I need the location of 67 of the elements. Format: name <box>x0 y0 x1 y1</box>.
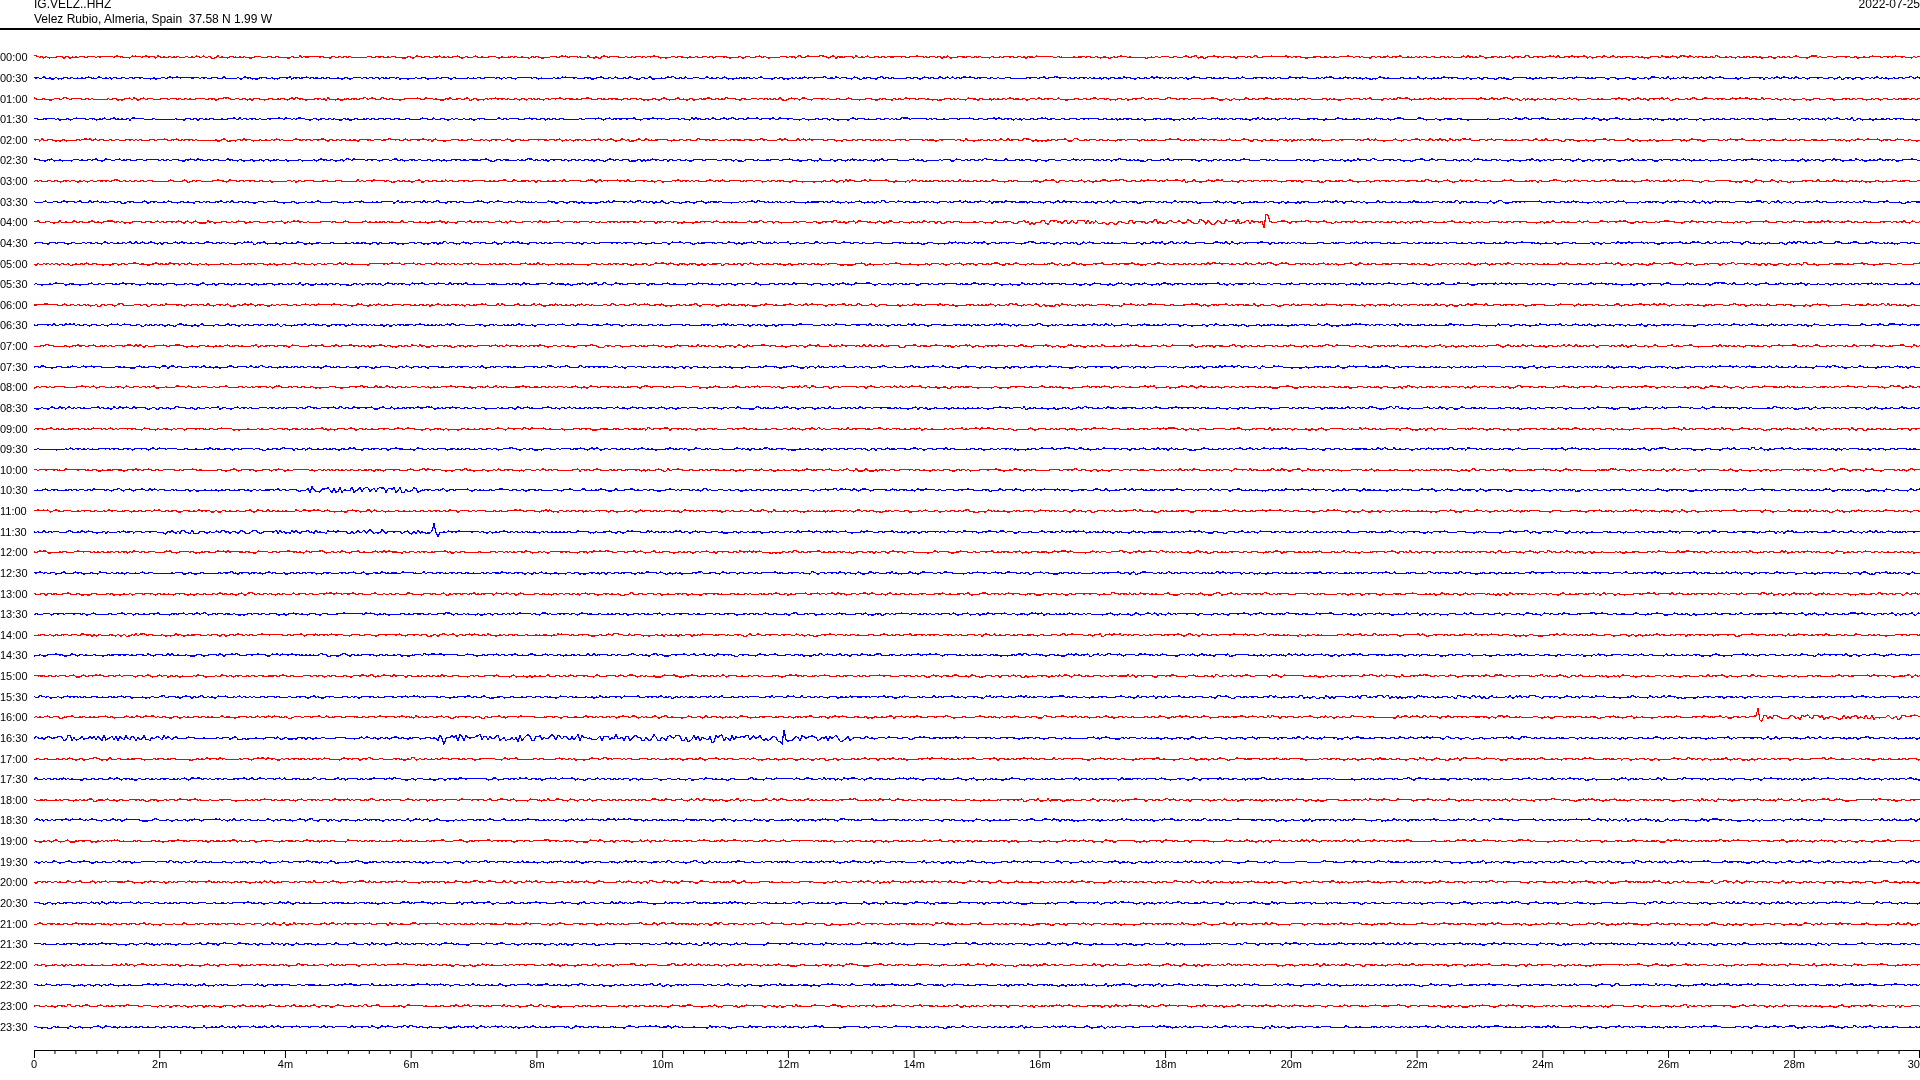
time-label: 22:00 <box>0 958 29 971</box>
station-location: Velez Rubio, Almeria, Spain 37.58 N 1.99 W <box>34 13 273 26</box>
time-label: 18:30 <box>0 814 29 827</box>
time-label: 17:00 <box>0 752 29 765</box>
time-label: 12:00 <box>0 546 29 559</box>
axis-label: 6m <box>403 1058 419 1070</box>
axis-label: 30 <box>1907 1058 1920 1070</box>
axis-label: 28m <box>1783 1058 1805 1070</box>
time-label: 01:00 <box>0 92 29 105</box>
axis-label: 0 <box>30 1058 38 1070</box>
time-label: 04:30 <box>0 236 29 249</box>
time-label: 05:30 <box>0 278 29 291</box>
axis-label: 22m <box>1406 1058 1428 1070</box>
axis-label: 10m <box>651 1058 674 1070</box>
time-label: 02:30 <box>0 154 29 167</box>
axis-label: 2m <box>152 1058 168 1070</box>
time-label: 23:30 <box>0 1020 29 1033</box>
time-label: 18:00 <box>0 793 29 806</box>
axis-label: 12m <box>777 1058 800 1070</box>
time-label: 10:00 <box>0 463 29 476</box>
axis-label: 8m <box>529 1058 545 1070</box>
station-code: IG.VELZ..HHZ <box>34 0 113 11</box>
time-label: 02:00 <box>0 133 29 146</box>
time-label: 19:30 <box>0 855 29 868</box>
time-label: 23:00 <box>0 1000 29 1013</box>
time-label: 15:00 <box>0 670 29 683</box>
time-label: 16:30 <box>0 731 29 744</box>
time-label: 11:30 <box>0 525 28 538</box>
time-label: 14:00 <box>0 628 29 641</box>
time-label: 19:00 <box>0 835 29 848</box>
time-label: 11:00 <box>0 505 28 518</box>
time-label: 20:30 <box>0 896 29 909</box>
time-label: 17:30 <box>0 773 29 786</box>
time-label: 07:00 <box>0 340 29 353</box>
time-label: 00:30 <box>0 71 29 84</box>
time-label: 20:00 <box>0 876 29 889</box>
time-label: 21:30 <box>0 938 29 951</box>
time-label: 04:00 <box>0 216 29 229</box>
time-label: 09:30 <box>0 443 29 456</box>
time-label: 01:30 <box>0 113 29 126</box>
time-label: 03:00 <box>0 175 29 188</box>
time-label: 06:30 <box>0 319 29 332</box>
time-label: 03:30 <box>0 195 29 208</box>
time-label: 22:30 <box>0 979 29 992</box>
time-label: 05:00 <box>0 257 29 270</box>
time-label: 13:00 <box>0 587 29 600</box>
time-label: 07:30 <box>0 360 29 373</box>
axis-label: 14m <box>903 1058 925 1070</box>
time-label: 09:00 <box>0 422 29 435</box>
date-label: 2022-07-25 <box>1858 0 1920 13</box>
time-label: 06:00 <box>0 298 29 311</box>
time-label: 08:30 <box>0 401 29 414</box>
time-label: 16:00 <box>0 711 29 724</box>
axis-label: 18m <box>1154 1058 1177 1070</box>
time-label: 08:00 <box>0 381 29 394</box>
axis-label: 4m <box>277 1058 294 1070</box>
time-label: 21:00 <box>0 917 29 930</box>
axis-label: 20m <box>1280 1058 1303 1070</box>
time-label: 12:30 <box>0 566 29 579</box>
axis-label: 24m <box>1532 1058 1554 1070</box>
time-label: 14:30 <box>0 649 29 662</box>
axis-label: 16m <box>1029 1058 1051 1070</box>
axis-label: 26m <box>1657 1058 1680 1070</box>
time-label: 13:30 <box>0 608 29 621</box>
time-label: 10:30 <box>0 484 29 497</box>
time-label: 00:00 <box>0 51 29 64</box>
time-label: 15:30 <box>0 690 29 703</box>
